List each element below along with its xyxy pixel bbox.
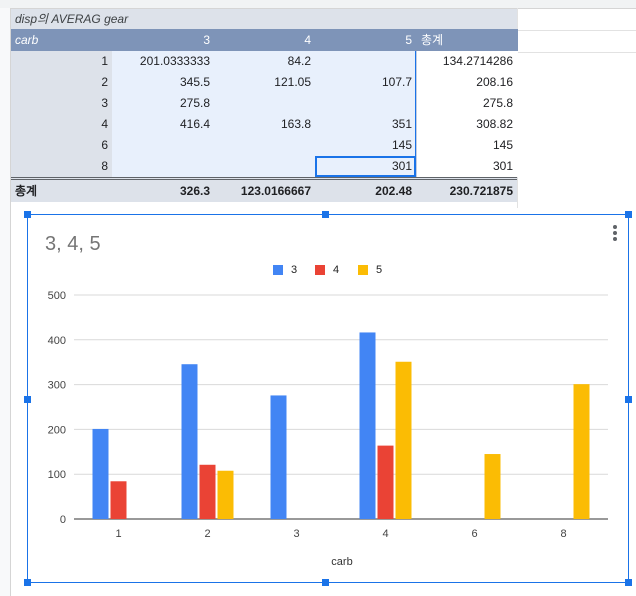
- pivot-header-row: carb 3 4 5 총계: [11, 29, 518, 51]
- pivot-row: 3 275.8 275.8: [11, 93, 517, 114]
- pivot-cell[interactable]: 301: [314, 156, 412, 177]
- pivot-footer-label: 총계: [15, 184, 38, 198]
- pivot-row-label: 3: [101, 96, 108, 110]
- pivot-cell[interactable]: 121.05: [213, 72, 311, 93]
- pivot-footer-total: 230.721875: [449, 184, 513, 198]
- pivot-row: 8 301 301: [11, 156, 517, 177]
- chart[interactable]: 3, 4, 5 345 0 100 200 300 400 500 1 2 3 4 6 8 carb: [24, 211, 632, 586]
- bar: [270, 395, 287, 519]
- bar: [395, 361, 412, 519]
- pivot-row-total: 308.82: [476, 117, 513, 131]
- x-tick-label: 6: [471, 528, 477, 540]
- pivot-cell[interactable]: 345.5: [112, 72, 210, 93]
- pivot-row-total: 301: [492, 159, 513, 173]
- bar: [217, 470, 234, 519]
- pivot-row: 4 416.4 163.8 351 308.82: [11, 114, 517, 135]
- bar: [110, 481, 127, 519]
- bar: [484, 454, 501, 519]
- sheet-gridline: [517, 52, 636, 53]
- pivot-row-label: 6: [101, 138, 108, 152]
- pivot-body: 1 201.0333333 84.2 134.2714286 2 345.5 121.05 1…: [11, 51, 518, 177]
- x-tick-label: 2: [204, 528, 210, 540]
- bar: [199, 464, 216, 519]
- pivot-row-label: 2: [101, 75, 108, 89]
- pivot-title: disp의 AVERAG gear: [11, 9, 517, 29]
- pivot-row-total: 208.16: [476, 75, 513, 89]
- x-tick-label: 3: [293, 528, 299, 540]
- pivot-cell[interactable]: 351: [314, 114, 412, 135]
- pivot-row-total: 134.2714286: [442, 54, 513, 68]
- y-tick-label: 200: [48, 424, 66, 436]
- y-tick-label: 0: [60, 514, 66, 526]
- pivot-row-total: 275.8: [482, 96, 513, 110]
- pivot-footer-row: 총계 326.3 123.0166667 202.48 230.721875: [11, 177, 517, 202]
- pivot-row: 6 145 145: [11, 135, 517, 156]
- y-tick-label: 500: [48, 290, 66, 302]
- pivot-row-header: carb: [15, 33, 39, 47]
- pivot-cell[interactable]: 145: [314, 135, 412, 156]
- x-tick-label: 1: [115, 528, 121, 540]
- bar: [359, 332, 376, 519]
- pivot-column-header: 4: [304, 33, 311, 47]
- pivot-column-header: 5: [405, 33, 412, 47]
- bar: [377, 445, 394, 519]
- sheet-gridline: [517, 30, 636, 31]
- x-tick-label: 8: [560, 528, 566, 540]
- pivot-footer-value: 123.0166667: [240, 184, 311, 198]
- pivot-cell[interactable]: 201.0333333: [112, 51, 210, 72]
- pivot-cell[interactable]: 84.2: [213, 51, 311, 72]
- bar: [573, 384, 590, 519]
- y-tick-label: 300: [48, 380, 66, 392]
- pivot-column-header: 3: [203, 33, 210, 47]
- pivot-cell[interactable]: 163.8: [213, 114, 311, 135]
- pivot-row-label: 8: [101, 159, 108, 173]
- bar: [92, 428, 109, 519]
- pivot-table[interactable]: disp의 AVERAG gear carb 3 4 5 총계 1 201.033…: [11, 9, 518, 202]
- pivot-row: 1 201.0333333 84.2 134.2714286: [11, 51, 517, 72]
- pivot-footer-value: 326.3: [179, 184, 210, 198]
- pivot-row-label: 4: [101, 117, 108, 131]
- column-header-strip: [0, 0, 636, 9]
- bar: [181, 364, 198, 519]
- pivot-total-header: 총계: [418, 29, 518, 51]
- y-tick-label: 100: [48, 469, 66, 481]
- pivot-cell[interactable]: 416.4: [112, 114, 210, 135]
- pivot-row-total: 145: [492, 138, 513, 152]
- y-tick-label: 400: [48, 335, 66, 347]
- pivot-cell[interactable]: 275.8: [112, 93, 210, 114]
- row-header-gutter: [0, 8, 11, 596]
- pivot-footer-value: 202.48: [375, 184, 412, 198]
- plot-area: 0 100 200 300 400 500 1 2 3 4 6 8 carb: [48, 290, 608, 568]
- pivot-cell[interactable]: 107.7: [314, 72, 412, 93]
- x-axis-title: carb: [331, 556, 352, 568]
- pivot-row: 2 345.5 121.05 107.7 208.16: [11, 72, 517, 93]
- x-tick-label: 4: [382, 528, 388, 540]
- pivot-row-label: 1: [101, 54, 108, 68]
